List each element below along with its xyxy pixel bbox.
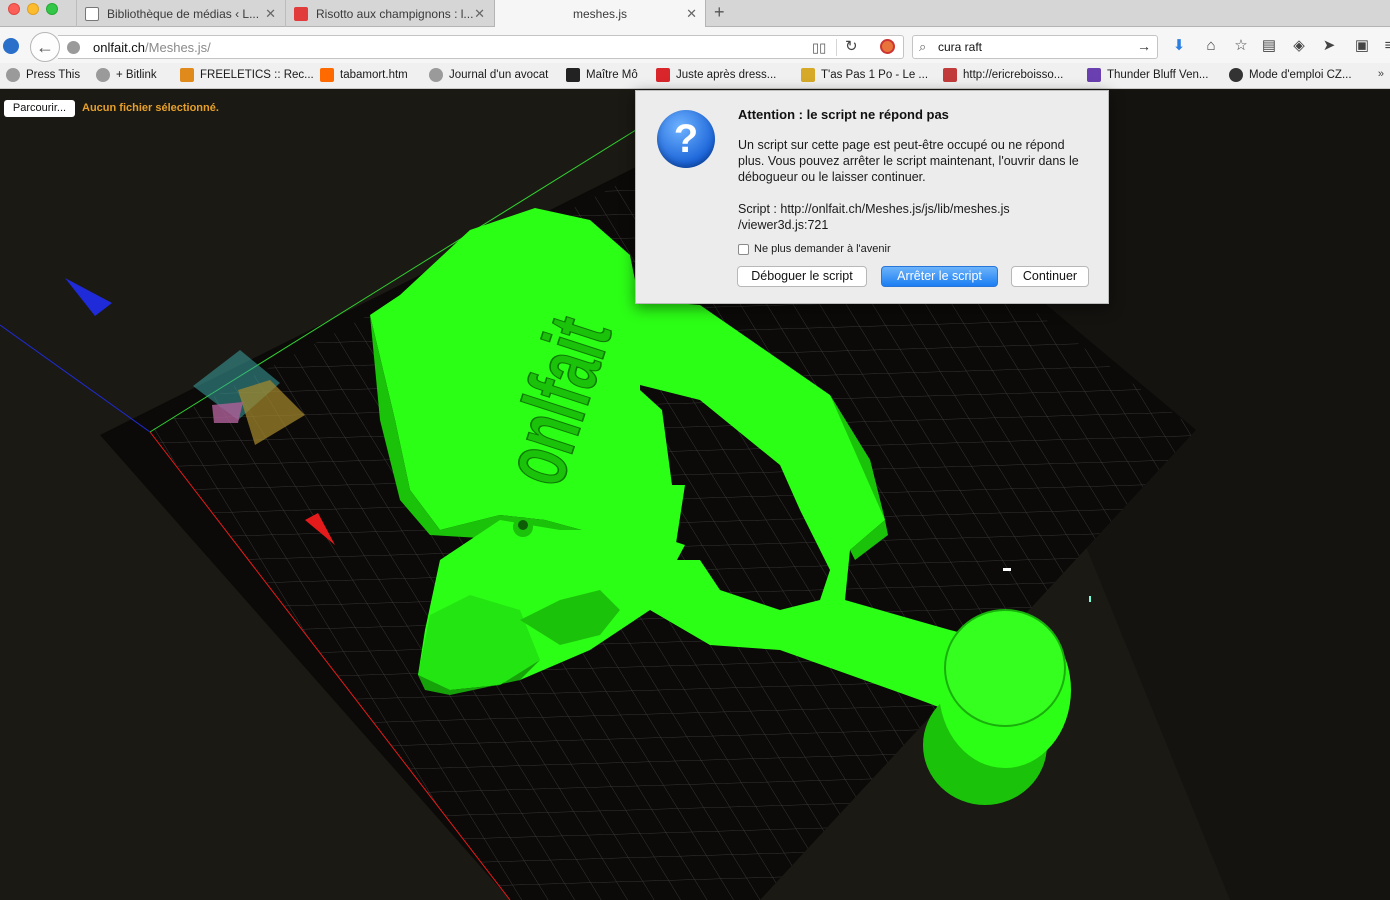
close-tab-icon[interactable]: ✕ xyxy=(686,6,697,22)
new-tab-button[interactable]: + xyxy=(714,2,725,23)
render-artifact xyxy=(1089,596,1091,602)
dialog-message: Un script sur cette page est peut-être o… xyxy=(738,138,1079,184)
send-icon[interactable]: ➤ xyxy=(1320,37,1338,55)
bookmark-item[interactable]: Press This xyxy=(6,68,80,82)
site-info-icon[interactable] xyxy=(67,41,80,54)
tab-meshes[interactable]: meshes.js ✕ xyxy=(494,0,706,28)
stop-script-button[interactable]: Arrêter le script xyxy=(881,266,998,287)
script-path-line2: /viewer3d.js:721 xyxy=(738,218,829,232)
bookmark-item[interactable]: http://ericreboisso... xyxy=(943,68,1063,82)
bookmark-item[interactable]: + Bitlink xyxy=(96,68,157,82)
window-minimize-button[interactable] xyxy=(27,3,39,15)
back-button[interactable]: ← xyxy=(30,32,60,62)
bookmarks-toolbar: Press This + Bitlink FREELETICS :: Rec..… xyxy=(0,63,1390,89)
close-tab-icon[interactable]: ✕ xyxy=(265,6,276,22)
bookmark-item[interactable]: Mode d'emploi CZ... xyxy=(1229,68,1352,82)
bookmark-item[interactable]: Journal d'un avocat xyxy=(429,68,548,82)
bookmark-item[interactable]: Juste après dress... xyxy=(656,68,776,82)
script-path-line1: Script : http://onlfait.ch/Meshes.js/js/… xyxy=(738,202,1010,216)
url-bar[interactable]: onlfait.ch/Meshes.js/ ▯▯ ↻ xyxy=(58,35,904,59)
model-peg-hole xyxy=(518,520,528,530)
bookmark-item[interactable]: Maître Mô xyxy=(566,68,638,82)
close-tab-icon[interactable]: ✕ xyxy=(474,6,485,22)
bookmark-label: Mode d'emploi CZ... xyxy=(1249,69,1352,81)
tab-risotto[interactable]: Risotto aux champignons : l... ✕ xyxy=(285,0,493,27)
wordpress-icon xyxy=(85,6,99,21)
pocket-save-icon[interactable]: ◈ xyxy=(1290,37,1308,55)
url-text[interactable]: onlfait.ch/Meshes.js/ xyxy=(93,40,211,55)
question-icon: ? xyxy=(657,110,715,168)
pocket-icon[interactable] xyxy=(3,38,19,54)
bookmark-label: Juste après dress... xyxy=(676,69,777,81)
checkbox-box[interactable] xyxy=(738,243,749,255)
search-go-icon[interactable]: → xyxy=(1137,38,1151,54)
model-knob-top xyxy=(944,609,1066,727)
home-icon[interactable]: ⌂ xyxy=(1202,37,1220,55)
bookmark-item[interactable]: FREELETICS :: Rec... xyxy=(180,68,314,82)
bookmarks-overflow-button[interactable]: » xyxy=(1378,68,1384,80)
file-status-text: Aucun fichier sélectionné. xyxy=(82,102,219,114)
bookmark-label: Press This xyxy=(26,69,81,81)
continue-button[interactable]: Continuer xyxy=(1011,266,1089,287)
url-separator xyxy=(836,39,837,56)
bookmarks-menu-icon[interactable]: ▤ xyxy=(1260,37,1278,55)
bookmark-favicon-icon xyxy=(96,68,110,82)
bookmark-item[interactable]: T'as Pas 1 Po - Le ... xyxy=(801,68,928,82)
search-bar[interactable]: ⌕ cura raft → xyxy=(912,35,1158,59)
noscript-icon[interactable] xyxy=(880,39,895,54)
tab-label: Bibliothèque de médias ‹ L... xyxy=(107,6,260,21)
bookmark-favicon-icon xyxy=(656,68,670,82)
url-host: onlfait.ch xyxy=(93,40,146,55)
tab-strip: Bibliothèque de médias ‹ L... ✕ Risotto … xyxy=(0,0,1390,28)
window-close-button[interactable] xyxy=(8,3,20,15)
checkbox-label: Ne plus demander à l'avenir xyxy=(754,243,891,255)
tab-label: Risotto aux champignons : l... xyxy=(316,6,474,21)
axis-z-line xyxy=(0,324,151,433)
bookmark-favicon-icon xyxy=(320,68,334,82)
bookmark-label: T'as Pas 1 Po - Le ... xyxy=(821,69,929,81)
search-icon: ⌕ xyxy=(919,39,927,54)
dont-ask-checkbox[interactable]: Ne plus demander à l'avenir xyxy=(738,243,891,255)
bookmark-favicon-icon xyxy=(943,68,957,82)
url-path: /Meshes.js/ xyxy=(145,40,211,55)
bookmark-label: + Bitlink xyxy=(116,69,157,81)
search-input[interactable]: cura raft xyxy=(938,40,982,54)
window-zoom-button[interactable] xyxy=(46,3,58,15)
bookmark-favicon-icon xyxy=(801,68,815,82)
bookmark-favicon-icon xyxy=(1229,68,1243,82)
bookmark-label: Thunder Bluff Ven... xyxy=(1107,69,1209,81)
bookmark-label: tabamort.htm xyxy=(340,69,408,81)
bookmark-label: http://ericreboisso... xyxy=(963,69,1064,81)
tab-label: meshes.js xyxy=(572,7,628,21)
bookmark-favicon-icon xyxy=(566,68,580,82)
marmiton-icon xyxy=(294,6,308,21)
render-artifact xyxy=(1003,568,1011,571)
bookmark-label: FREELETICS :: Rec... xyxy=(200,69,314,81)
bookmark-favicon-icon xyxy=(6,68,20,82)
bookmark-label: Maître Mô xyxy=(586,69,638,81)
reload-icon[interactable]: ↻ xyxy=(845,37,858,55)
navigation-bar: onlfait.ch/Meshes.js/ ▯▯ ↻ ← ⌕ cura raft… xyxy=(0,27,1390,63)
bookmark-favicon-icon xyxy=(429,68,443,82)
bookmark-favicon-icon xyxy=(1087,68,1101,82)
bookmark-item[interactable]: tabamort.htm xyxy=(320,68,408,82)
tab-media-library[interactable]: Bibliothèque de médias ‹ L... ✕ xyxy=(76,0,284,27)
bookmark-star-icon[interactable]: ☆ xyxy=(1232,37,1250,55)
browse-file-button[interactable]: Parcourir... xyxy=(4,100,75,117)
addon-download-icon[interactable]: ▣ xyxy=(1353,37,1371,55)
back-arrow-icon: ← xyxy=(36,36,54,57)
downloads-icon[interactable]: ⬇ xyxy=(1170,37,1188,55)
unresponsive-script-dialog: ? Attention : le script ne répond pas Un… xyxy=(635,90,1109,304)
axis-z-arrow xyxy=(65,278,112,316)
bookmark-label: Journal d'un avocat xyxy=(449,69,549,81)
dialog-title: Attention : le script ne répond pas xyxy=(738,107,949,122)
reader-view-icon[interactable]: ▯▯ xyxy=(812,40,826,56)
dialog-script-path: Script : http://onlfait.ch/Meshes.js/js/… xyxy=(738,201,1088,233)
origin-cube-pink xyxy=(212,402,243,423)
bookmark-item[interactable]: Thunder Bluff Ven... xyxy=(1087,68,1208,82)
bookmark-favicon-icon xyxy=(180,68,194,82)
debug-script-button[interactable]: Déboguer le script xyxy=(737,266,867,287)
menu-icon[interactable]: ≡ xyxy=(1380,37,1390,55)
